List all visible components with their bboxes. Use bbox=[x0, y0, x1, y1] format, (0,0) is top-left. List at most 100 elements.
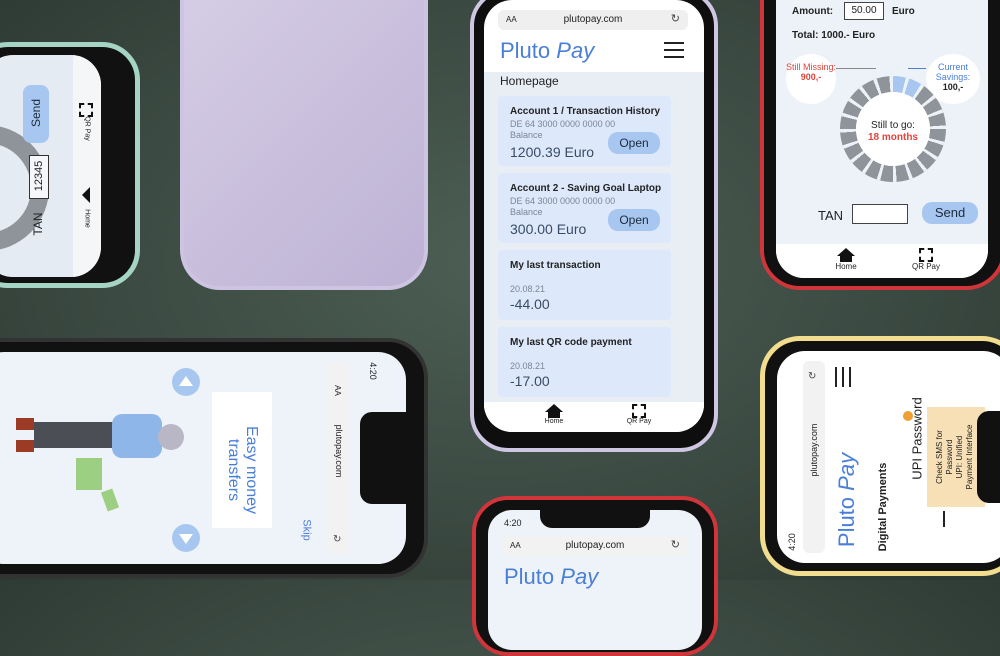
logo-pay: Pay bbox=[560, 564, 599, 589]
home-icon bbox=[545, 404, 563, 412]
notch bbox=[540, 510, 650, 528]
tan-label: TAN bbox=[818, 208, 844, 223]
arrow-up-icon[interactable] bbox=[172, 368, 200, 396]
arrow-down-icon[interactable] bbox=[172, 524, 200, 552]
card-amount: 300.00 Euro bbox=[510, 221, 587, 237]
total-text: Total: 1000.- Euro bbox=[792, 30, 876, 41]
nav-qr-label: QR Pay bbox=[911, 262, 940, 271]
app-logo: Pluto Pay bbox=[834, 450, 860, 550]
notch bbox=[360, 412, 406, 504]
center-phone: AA plutopay.com ↻ Pluto Pay Homepage Acc… bbox=[470, 0, 718, 452]
reload-icon[interactable]: ↻ bbox=[671, 538, 680, 551]
transaction-amount: -44.00 bbox=[510, 296, 550, 312]
right-bottom-screen: 4:20 plutopay.com ↻ Pluto Pay Digital Pa… bbox=[777, 351, 1000, 563]
status-time: 4:20 bbox=[786, 533, 797, 551]
card-iban: DE 64 3000 0000 0000 00 bbox=[510, 196, 616, 206]
app-logo: Pluto Pay bbox=[504, 564, 598, 590]
center-screen: AA plutopay.com ↻ Pluto Pay Homepage Acc… bbox=[484, 0, 704, 432]
left-top-screen: Send 12345 TAN QR Pay Home bbox=[0, 55, 101, 277]
card-title: My last transaction bbox=[510, 260, 601, 271]
url-text: plutopay.com bbox=[809, 423, 819, 477]
reload-icon[interactable]: ↻ bbox=[333, 534, 341, 545]
still-to-go-value: 18 months bbox=[867, 132, 918, 143]
app-logo: Pluto Pay bbox=[500, 38, 594, 64]
send-button[interactable]: Send bbox=[922, 202, 978, 224]
headline-line-2: transfers bbox=[225, 438, 242, 502]
browser-url-bar[interactable]: plutopay.com ↻ bbox=[803, 361, 825, 553]
tooltip-line-2: Password bbox=[945, 439, 954, 475]
hamburger-menu-icon[interactable] bbox=[835, 367, 853, 387]
tan-label: TAN bbox=[31, 212, 45, 236]
last-transaction-card[interactable]: My last transaction 20.08.21 -44.00 bbox=[498, 250, 671, 320]
browser-url-bar[interactable]: AA plutopay.com ↻ bbox=[502, 536, 688, 556]
card-balance-label: Balance bbox=[510, 130, 543, 140]
bottom-nav: Home QR Pay bbox=[776, 244, 988, 278]
status-time: 4:20 bbox=[367, 362, 378, 380]
notch bbox=[977, 411, 1000, 503]
nav-qr-label: QR Pay bbox=[626, 418, 652, 425]
nav-qr-label: QR Pay bbox=[83, 116, 91, 141]
nav-home[interactable]: Home bbox=[534, 404, 574, 432]
reload-icon[interactable]: ↻ bbox=[808, 371, 816, 382]
nav-home[interactable]: Home bbox=[826, 248, 866, 271]
bottom-center-phone: 4:20 AA plutopay.com ↻ Pluto Pay bbox=[472, 496, 718, 656]
hamburger-menu-icon[interactable] bbox=[664, 42, 684, 58]
amount-unit: Euro bbox=[892, 6, 915, 17]
still-missing-bubble: Still Missing: 900,- bbox=[786, 54, 836, 104]
text-size-icon[interactable]: AA bbox=[333, 385, 342, 396]
page-title: Homepage bbox=[500, 74, 559, 88]
url-text: plutopay.com bbox=[563, 14, 623, 25]
url-text: plutopay.com bbox=[565, 540, 625, 551]
url-text: plutopay.com bbox=[334, 424, 344, 478]
left-bottom-screen: Easy money transfers Skip plutopay.com A… bbox=[0, 352, 406, 564]
account-card-2[interactable]: Account 2 - Saving Goal Laptop DE 64 300… bbox=[498, 173, 671, 243]
tan-input[interactable] bbox=[852, 204, 908, 224]
person-illustration bbox=[16, 408, 196, 528]
send-button-label: Send bbox=[29, 98, 43, 128]
nav-qr[interactable]: QR Pay bbox=[619, 404, 659, 432]
card-balance-label: Balance bbox=[510, 207, 543, 217]
tan-field[interactable]: 12345 bbox=[29, 155, 49, 199]
tooltip-line-4: Payment Interface bbox=[965, 424, 974, 490]
open-button[interactable]: Open bbox=[608, 132, 660, 154]
transaction-date: 20.08.21 bbox=[510, 284, 546, 294]
input-underline[interactable] bbox=[943, 511, 945, 527]
headline-line-1: Easy money bbox=[243, 425, 260, 515]
status-time: 4:20 bbox=[504, 518, 522, 528]
card-title: My last QR code payment bbox=[510, 337, 632, 348]
nav-home-label: Home bbox=[544, 418, 564, 425]
browser-url-bar[interactable]: AA plutopay.com ↻ bbox=[498, 10, 688, 30]
skip-button[interactable]: Skip bbox=[301, 519, 313, 540]
bottom-nav: Home QR Pay bbox=[484, 402, 704, 432]
reload-icon[interactable]: ↻ bbox=[671, 12, 680, 25]
nav-home-label: Home bbox=[835, 262, 857, 271]
home-icon bbox=[837, 248, 855, 256]
subtitle: Digital Payments bbox=[877, 462, 889, 552]
right-top-phone: Amount: 50.00 Euro Total: 1000.- Euro St… bbox=[760, 0, 1000, 290]
logo-pay: Pay bbox=[556, 38, 595, 63]
account-card-1[interactable]: Account 1 / Transaction History DE 64 30… bbox=[498, 96, 671, 166]
card-title: Account 1 / Transaction History bbox=[510, 106, 661, 117]
amount-label: Amount: bbox=[792, 6, 834, 17]
bottom-nav: QR Pay Home bbox=[73, 55, 101, 277]
logo-pluto: Pluto bbox=[834, 496, 859, 548]
current-savings-value: 100,- bbox=[942, 82, 964, 92]
card-amount: 1200.39 Euro bbox=[510, 144, 595, 160]
payment-date: 20.08.21 bbox=[510, 361, 546, 371]
send-button[interactable]: Send bbox=[23, 85, 49, 143]
card-title: Account 2 - Saving Goal Laptop bbox=[510, 183, 662, 194]
tan-field-value: 12345 bbox=[33, 160, 45, 192]
right-bottom-phone: 4:20 plutopay.com ↻ Pluto Pay Digital Pa… bbox=[760, 336, 1000, 576]
current-savings-label: Current Savings: bbox=[935, 62, 971, 82]
info-icon[interactable] bbox=[903, 411, 913, 421]
open-button[interactable]: Open bbox=[608, 209, 660, 231]
upi-password-label: UPI Password bbox=[909, 397, 925, 480]
browser-url-bar[interactable]: plutopay.com AA ↻ bbox=[328, 362, 350, 554]
qr-icon bbox=[632, 404, 646, 418]
lilac-phone-back bbox=[180, 0, 428, 290]
amount-input[interactable]: 50.00 bbox=[844, 2, 884, 20]
speech-bubble: Easy money transfers bbox=[212, 392, 272, 528]
nav-qr[interactable]: QR Pay bbox=[906, 248, 946, 271]
logo-pluto: Pluto bbox=[500, 38, 551, 63]
last-qr-payment-card[interactable]: My last QR code payment 20.08.21 -17.00 bbox=[498, 327, 671, 397]
